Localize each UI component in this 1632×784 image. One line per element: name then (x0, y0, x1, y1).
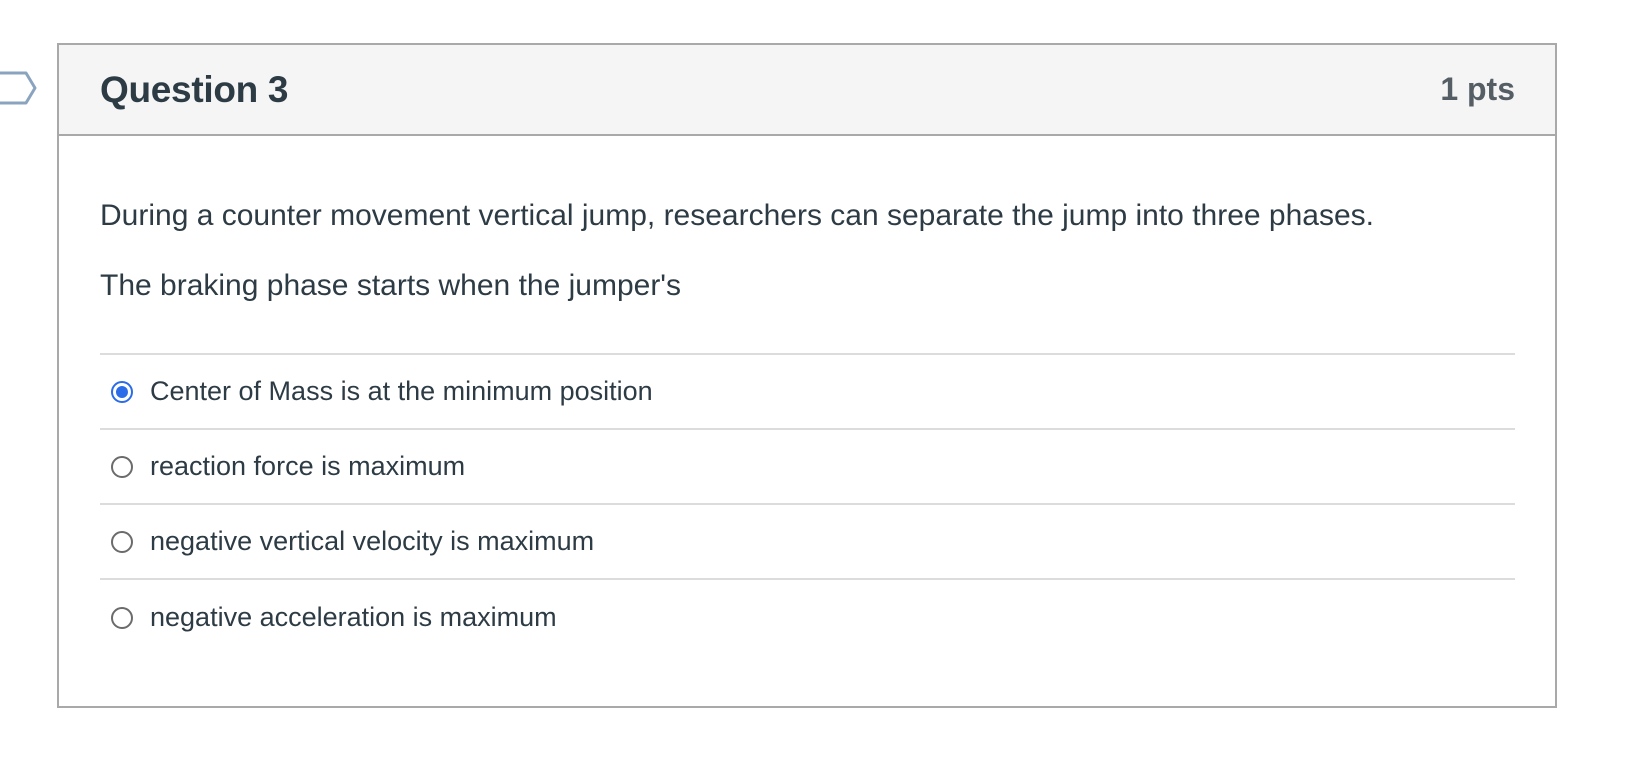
question-text: During a counter movement vertical jump,… (100, 199, 1374, 232)
question-points: 1 pts (1440, 71, 1515, 107)
question-card: Question 3 1 pts During a counter moveme… (57, 43, 1557, 708)
flag-question-icon[interactable] (0, 70, 38, 106)
answer-label[interactable]: negative acceleration is maximum (150, 602, 557, 633)
question-body: During a counter movement vertical jump,… (59, 199, 1555, 655)
radio-button[interactable] (111, 606, 133, 629)
answer-list: Center of Mass is at the minimum positio… (100, 353, 1515, 655)
answer-label[interactable]: Center of Mass is at the minimum positio… (150, 376, 653, 407)
answer-option[interactable]: negative acceleration is maximum (100, 580, 1515, 655)
radio-button-selected[interactable] (111, 380, 133, 403)
answer-option[interactable]: reaction force is maximum (100, 430, 1515, 505)
answer-label[interactable]: reaction force is maximum (150, 451, 465, 482)
radio-button[interactable] (111, 530, 133, 553)
question-title: Question 3 (100, 68, 289, 110)
answer-option[interactable]: Center of Mass is at the minimum positio… (100, 355, 1515, 430)
question-prompt: The braking phase starts when the jumper… (100, 269, 682, 302)
radio-button[interactable] (111, 455, 133, 478)
answer-option[interactable]: negative vertical velocity is maximum (100, 505, 1515, 580)
answer-label[interactable]: negative vertical velocity is maximum (150, 526, 594, 557)
question-header: Question 3 1 pts (59, 45, 1555, 136)
